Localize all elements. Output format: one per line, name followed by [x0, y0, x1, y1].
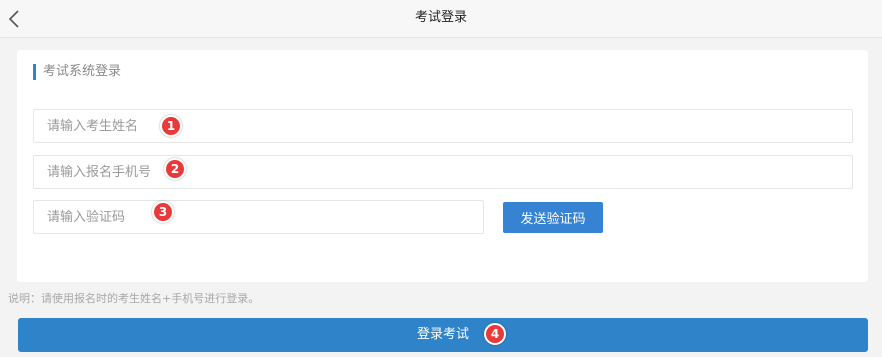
step-badge-3: 3	[152, 201, 174, 223]
login-button-label: 登录考试	[416, 327, 469, 342]
step-badge-4: 4	[484, 323, 506, 345]
step-badge-1: 1	[160, 115, 182, 137]
page-title: 考试登录	[414, 10, 467, 25]
send-code-button[interactable]: 发送验证码	[503, 202, 603, 233]
login-note: 说明：请使用报名时的考生姓名+手机号进行登录。	[8, 292, 260, 305]
verification-code-input[interactable]	[34, 201, 483, 233]
name-field-wrapper	[33, 109, 853, 143]
top-bar: 考试登录	[0, 0, 882, 38]
login-card: 考试系统登录 发送验证码 1 2 3	[17, 50, 868, 282]
name-input[interactable]	[34, 110, 852, 142]
phone-field-wrapper	[33, 155, 853, 189]
code-field-wrapper	[33, 200, 484, 234]
login-button[interactable]: 登录考试 4	[18, 318, 868, 352]
section-title: 考试系统登录	[33, 64, 121, 80]
step-badge-2: 2	[164, 158, 186, 180]
phone-input[interactable]	[34, 156, 852, 188]
